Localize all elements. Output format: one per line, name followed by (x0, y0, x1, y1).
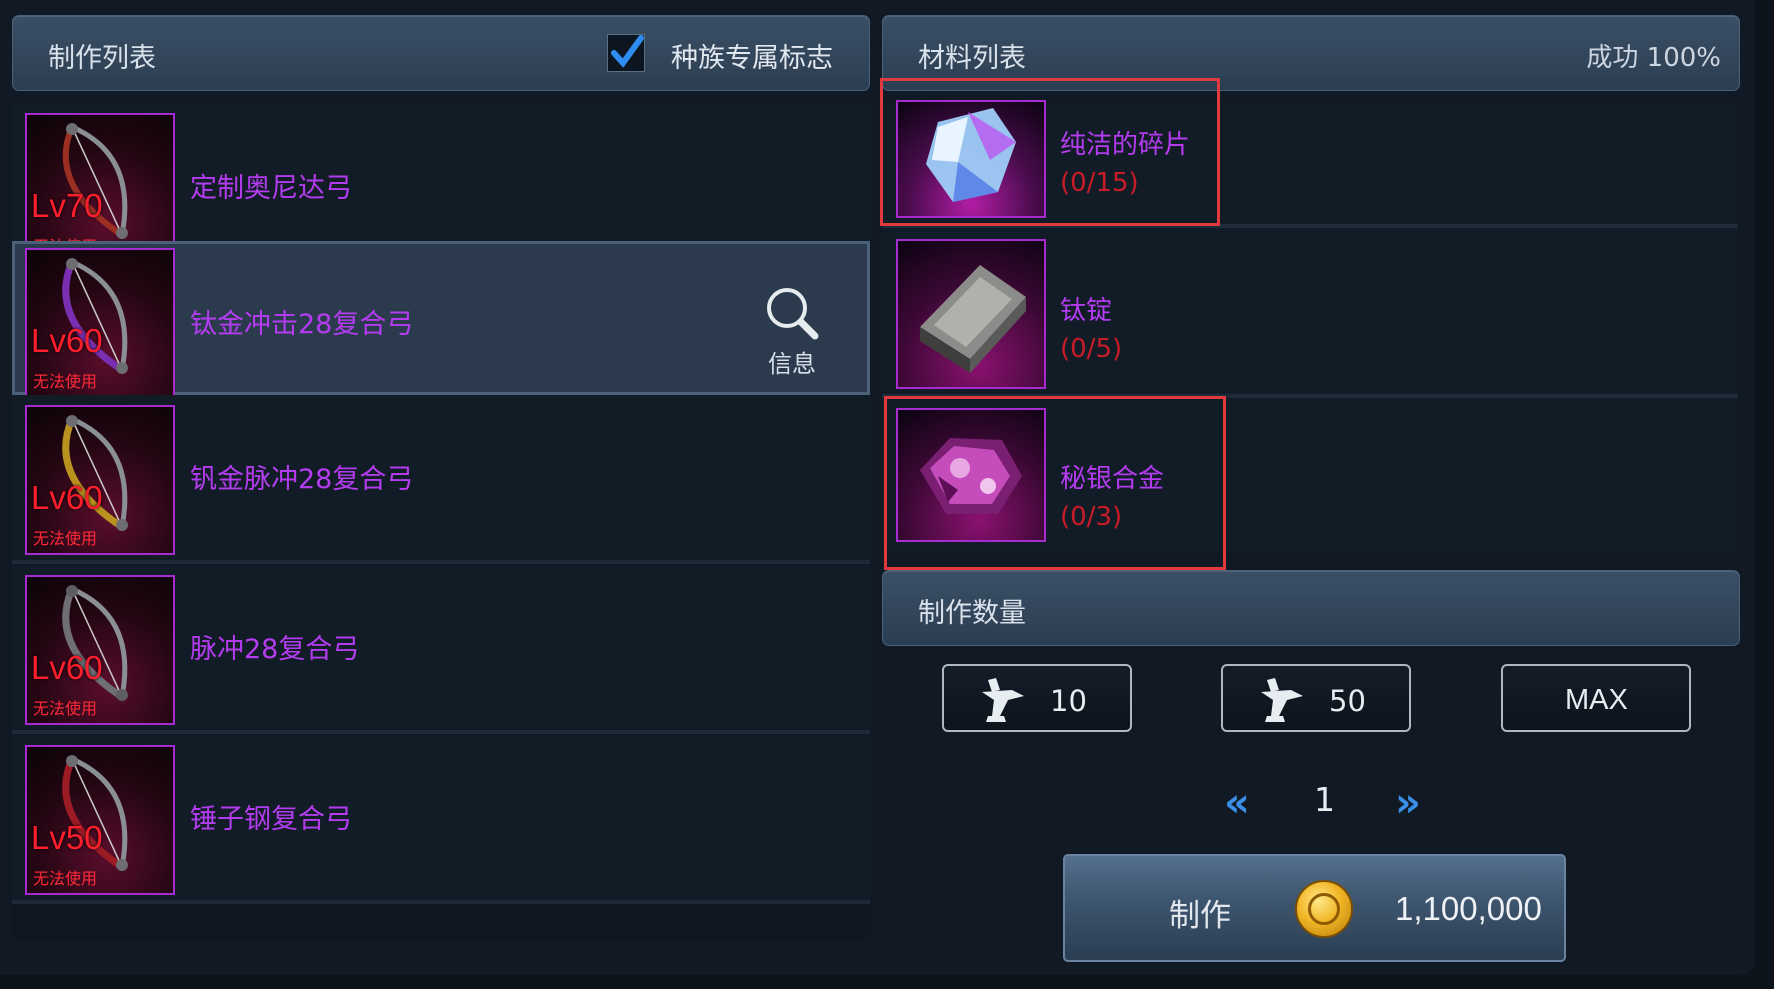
material-thumbnail (896, 239, 1046, 389)
craft-price: 1,100,000 (1395, 890, 1542, 927)
materials-title: 材料列表 (918, 43, 1026, 74)
quantity-max-label: MAX (1565, 684, 1628, 716)
item-name: 锤子钢复合弓 (190, 804, 352, 835)
quantity-50-label: 50 (1329, 684, 1366, 718)
gold-coin-icon (1295, 880, 1353, 938)
quantity-10-button[interactable]: 10 (942, 664, 1132, 732)
double-chevron-right-icon[interactable]: » (1395, 780, 1421, 826)
race-flag-checkbox[interactable] (607, 34, 645, 72)
item-thumbnail: Lv60 无法使用 (25, 575, 175, 725)
material-name: 钛锭 (1060, 296, 1113, 326)
level-label: Lv60 (31, 649, 103, 686)
race-flag-label: 种族专属标志 (671, 43, 833, 74)
highlight-box (884, 396, 1226, 570)
level-label: Lv60 (31, 322, 103, 359)
craft-item-row[interactable]: Lv60 无法使用 脉冲28复合弓 (12, 565, 870, 734)
quantity-max-button[interactable]: MAX (1501, 664, 1691, 732)
anvil-hammer-icon (1261, 678, 1303, 722)
item-thumbnail: Lv50 无法使用 (25, 745, 175, 895)
quantity-50-button[interactable]: 50 (1221, 664, 1411, 732)
item-thumbnail: Lv60 无法使用 (25, 405, 175, 555)
item-thumbnail: Lv60 无法使用 (25, 248, 175, 398)
material-row[interactable]: 钛锭 (0/5) (882, 228, 1738, 398)
craft-item-row[interactable]: Lv50 无法使用 锤子钢复合弓 (12, 735, 870, 904)
craft-label: 制作 (1169, 898, 1231, 934)
craft-list-header: 制作列表 种族专属标志 (12, 15, 870, 91)
item-name: 定制奥尼达弓 (190, 173, 352, 204)
unusable-label: 无法使用 (33, 372, 98, 391)
craft-list-title: 制作列表 (48, 43, 156, 74)
item-name: 脉冲28复合弓 (190, 634, 360, 665)
magnifier-icon (767, 288, 819, 340)
material-count: (0/5) (1060, 334, 1123, 364)
info-button[interactable]: 信息 (757, 282, 827, 378)
unusable-label: 无法使用 (33, 529, 98, 548)
unusable-label: 无法使用 (33, 869, 98, 888)
level-label: Lv50 (31, 819, 103, 856)
craft-item-row[interactable]: Lv60 无法使用 钒金脉冲28复合弓 (12, 395, 870, 564)
highlight-box (880, 78, 1220, 226)
double-chevron-left-icon[interactable]: « (1224, 780, 1250, 826)
craft-item-row-selected[interactable]: Lv60 无法使用 钛金冲击28复合弓 信息 (12, 241, 870, 398)
item-name: 钛金冲击28复合弓 (190, 309, 414, 340)
success-rate: 成功 100% (1586, 43, 1721, 73)
item-name: 钒金脉冲28复合弓 (190, 464, 414, 495)
craft-button[interactable]: 制作 1,100,000 (1063, 854, 1566, 962)
level-label: Lv60 (31, 479, 103, 516)
quantity-title: 制作数量 (918, 598, 1026, 629)
quantity-header: 制作数量 (882, 570, 1740, 646)
quantity-10-label: 10 (1050, 684, 1087, 718)
info-label: 信息 (768, 350, 816, 378)
checkmark-icon (611, 35, 644, 68)
anvil-hammer-icon (982, 678, 1024, 722)
quantity-value: 1 (1314, 780, 1335, 819)
ingot-icon (920, 265, 1026, 373)
craft-item-list: Lv70 无法使用 定制奥尼达弓 Lv60 无法使用 钛金冲击28复合弓 信息 (12, 104, 870, 940)
unusable-label: 无法使用 (33, 699, 98, 718)
level-label: Lv70 (31, 187, 103, 224)
